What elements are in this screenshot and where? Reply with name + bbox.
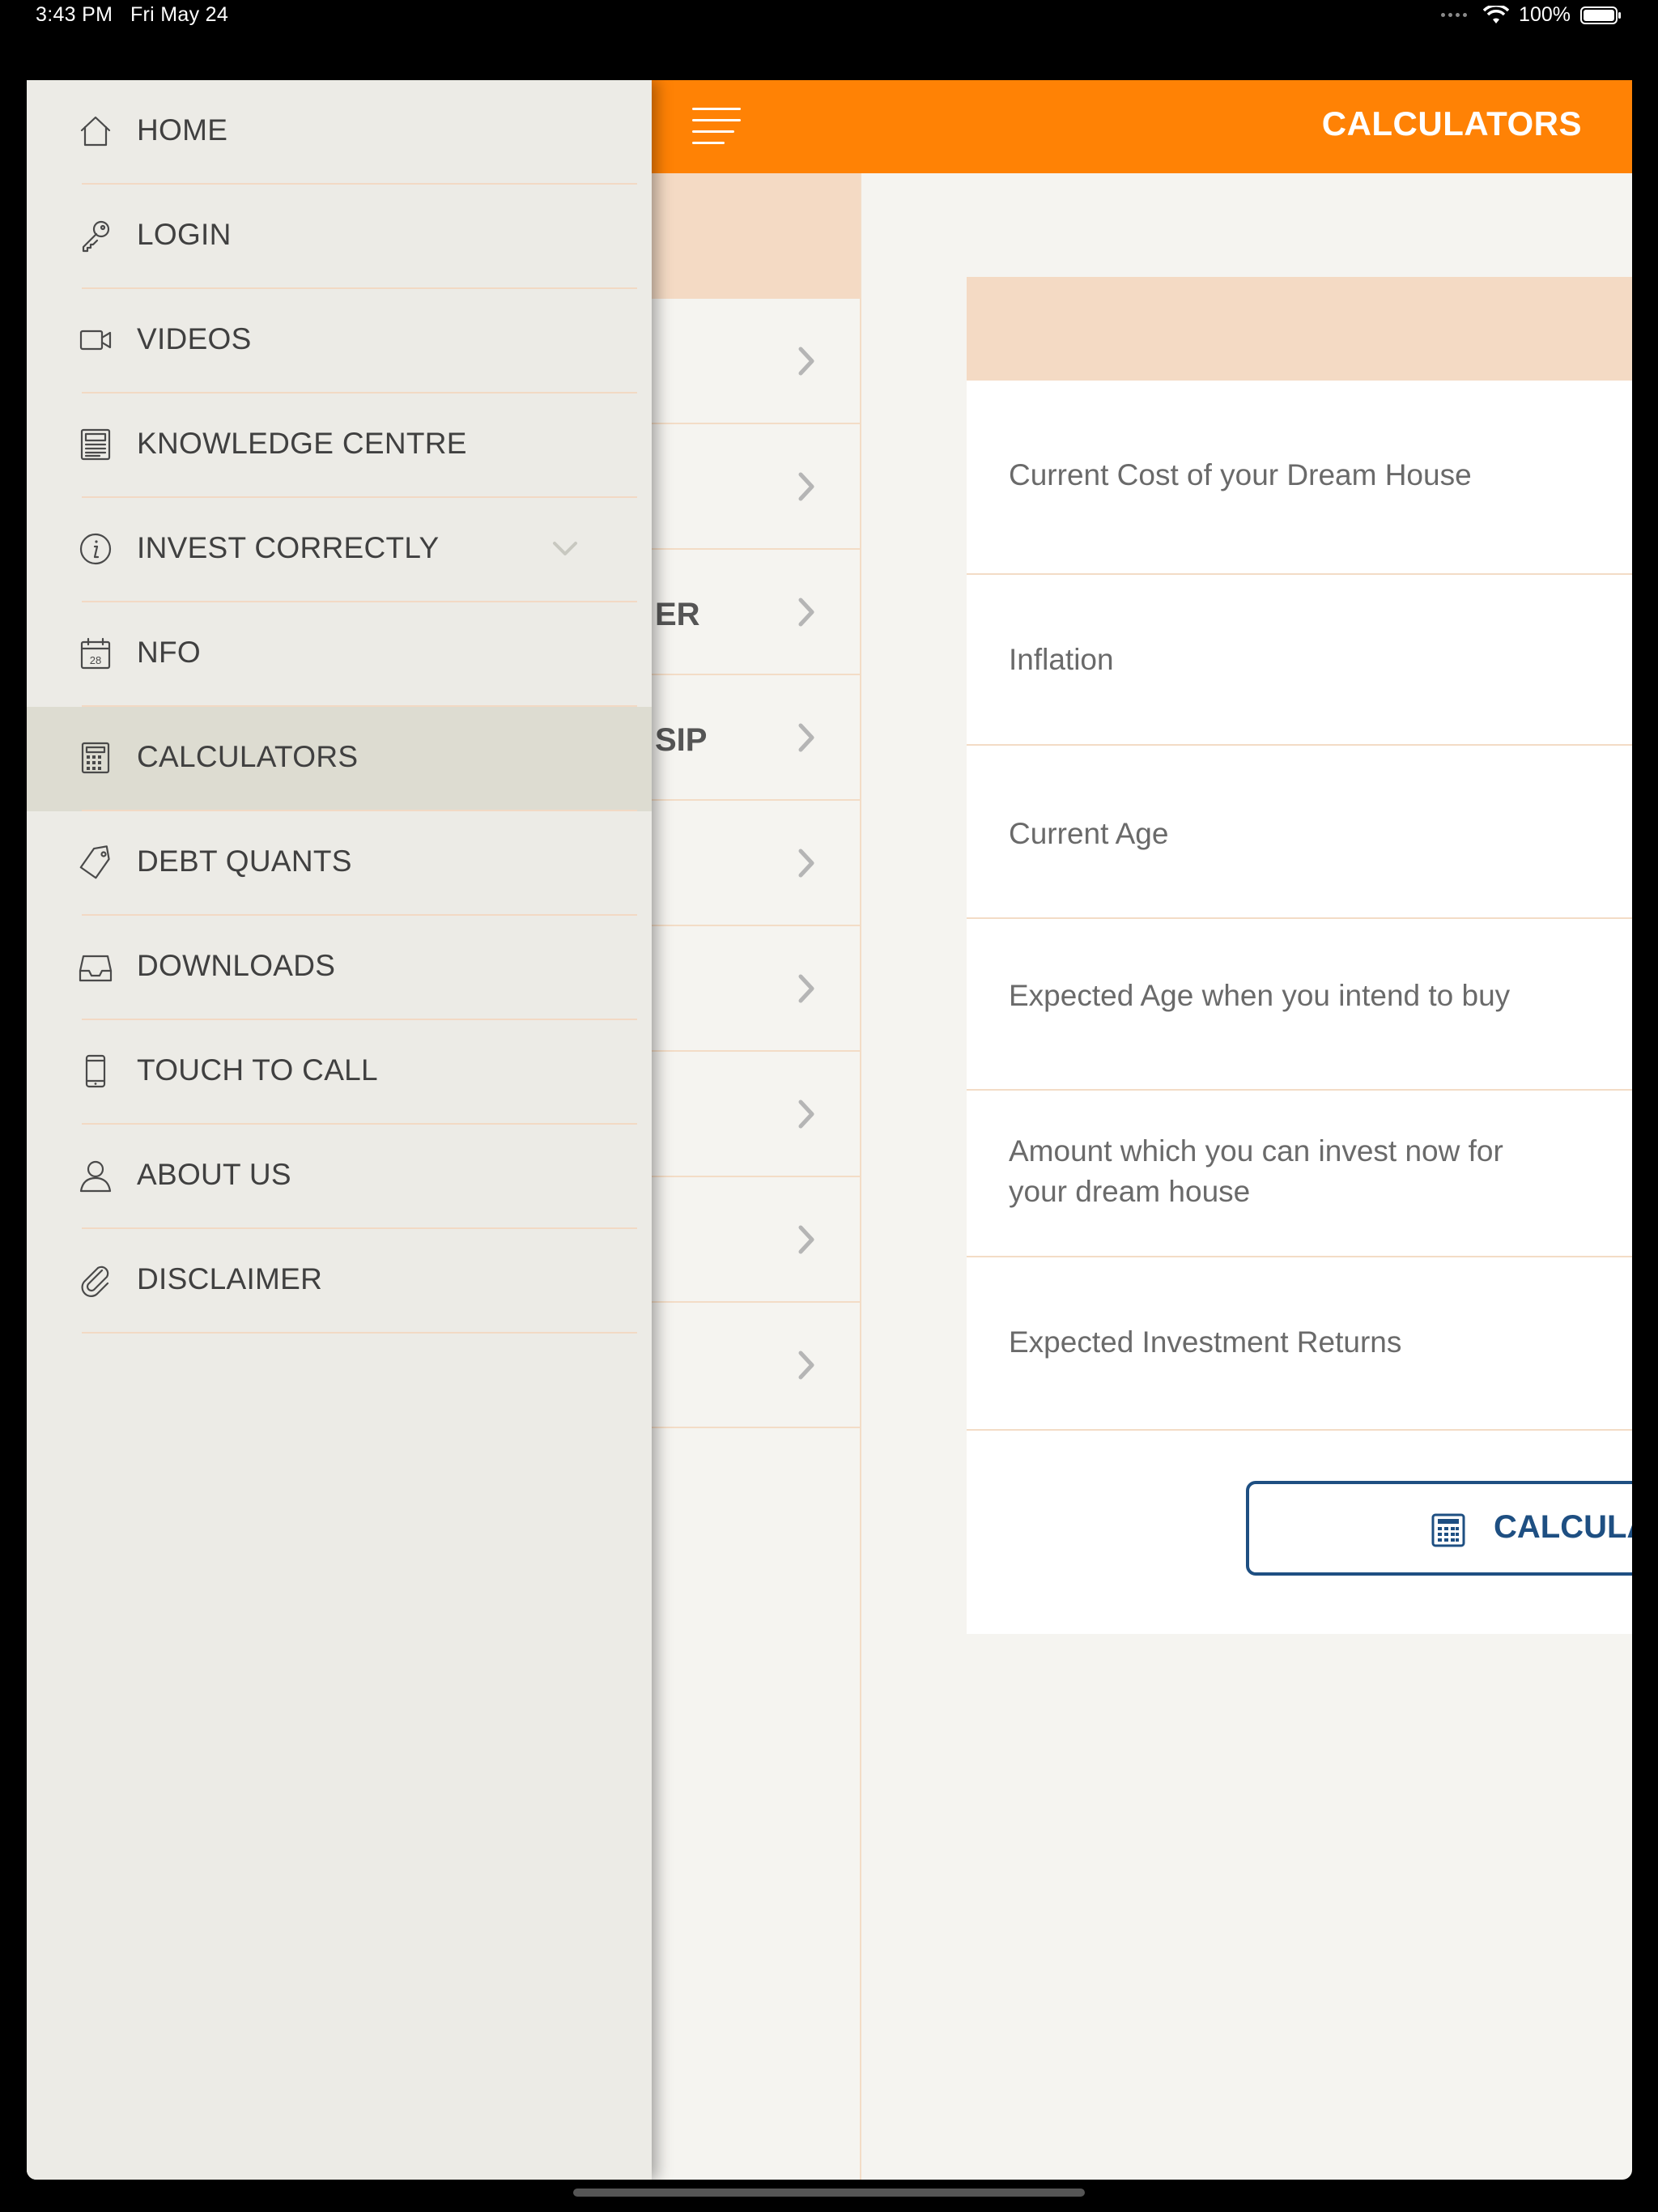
battery-percent: 100% xyxy=(1519,3,1571,26)
user-icon xyxy=(79,1160,112,1193)
field-label-inflation: Inflation xyxy=(1009,643,1114,676)
chevron-right-icon xyxy=(798,472,814,501)
chevron-right-icon xyxy=(798,1225,814,1254)
drawer-item-downloads[interactable]: DOWNLOADS xyxy=(27,916,652,1020)
field-label-current-age: Current Age xyxy=(1009,817,1169,850)
navigation-drawer: HOME LOGIN VIDEOS KNOWLEDGE CENTRE INVEST CO… xyxy=(27,80,652,2180)
form-row-current-cost[interactable]: Current Cost of your Dream House xyxy=(967,381,1632,575)
calculator-list-item-label: ER xyxy=(655,597,700,632)
key-icon xyxy=(82,220,110,253)
field-label-invest-amount: Amount which you can invest now for your… xyxy=(1009,1134,1503,1208)
app-screen: CALCULATORS ER SIP Current Cost of your D… xyxy=(27,80,1632,2180)
drawer-item-login[interactable]: LOGIN xyxy=(27,185,652,289)
drawer-divider xyxy=(82,1332,637,1334)
calculator-icon xyxy=(81,742,110,774)
drawer-item-nfo[interactable]: 28 NFO xyxy=(27,602,652,707)
drawer-item-label: DOWNLOADS xyxy=(137,949,336,982)
drawer-item-label: KNOWLEDGE CENTRE xyxy=(137,427,467,460)
form-row-expected-age[interactable]: Expected Age when you intend to buy xyxy=(967,919,1632,1091)
calendar-icon: 28 xyxy=(80,637,111,670)
chevron-right-icon xyxy=(798,1351,814,1380)
drawer-item-label: HOME xyxy=(137,113,228,147)
home-icon xyxy=(80,116,111,147)
drawer-item-label: ABOUT US xyxy=(137,1158,291,1191)
chevron-right-icon xyxy=(798,347,814,376)
field-label-expected-returns: Expected Investment Returns xyxy=(1009,1325,1402,1359)
calendar-day-number: 28 xyxy=(90,654,101,666)
drawer-item-debt-quants[interactable]: DEBT QUANTS xyxy=(27,811,652,916)
mobile-phone-icon xyxy=(85,1054,106,1088)
form-row-invest-amount[interactable]: Amount which you can invest now for your… xyxy=(967,1091,1632,1257)
chevron-right-icon xyxy=(798,849,814,878)
tag-icon xyxy=(79,845,110,879)
newspaper-icon xyxy=(80,428,111,461)
info-icon xyxy=(79,533,112,565)
status-indicators: 100% xyxy=(1441,3,1622,27)
drawer-item-videos[interactable]: VIDEOS xyxy=(27,289,652,393)
status-bar: 3:43 PM Fri May 24 100% xyxy=(0,0,1658,79)
inbox-icon xyxy=(79,955,113,982)
calculator-icon xyxy=(1431,1513,1465,1547)
drawer-item-knowledge-centre[interactable]: KNOWLEDGE CENTRE xyxy=(27,393,652,498)
battery-icon xyxy=(1580,6,1622,25)
video-camera-icon xyxy=(79,330,112,351)
hamburger-menu-icon[interactable] xyxy=(692,104,741,147)
home-indicator[interactable] xyxy=(573,2189,1085,2197)
drawer-item-label: CALCULATORS xyxy=(137,740,359,773)
drawer-item-label: INVEST CORRECTLY xyxy=(137,531,440,564)
drawer-item-label: LOGIN xyxy=(137,218,232,251)
chevron-right-icon xyxy=(798,598,814,627)
chevron-right-icon xyxy=(798,974,814,1003)
drawer-item-touch-to-call[interactable]: TOUCH TO CALL xyxy=(27,1020,652,1125)
field-label-expected-age: Expected Age when you intend to buy xyxy=(1009,979,1511,1012)
drawer-item-label: DEBT QUANTS xyxy=(137,844,352,878)
paperclip-icon xyxy=(81,1266,109,1297)
form-header xyxy=(967,277,1632,381)
chevron-down-icon[interactable] xyxy=(551,538,579,559)
calculator-list-item-label: SIP xyxy=(655,722,708,758)
status-time: 3:43 PM Fri May 24 xyxy=(36,3,228,27)
drawer-item-label: TOUCH TO CALL xyxy=(137,1053,378,1087)
drawer-item-label: NFO xyxy=(137,636,202,669)
cellular-signal-icon xyxy=(1441,13,1468,17)
calculate-button-label: CALCULATE xyxy=(1494,1509,1632,1545)
status-date: Fri May 24 xyxy=(130,3,229,26)
page-title: CALCULATORS xyxy=(1321,104,1582,143)
drawer-item-home[interactable]: HOME xyxy=(27,80,652,185)
status-clock: 3:43 PM xyxy=(36,3,113,26)
drawer-item-invest-correctly[interactable]: INVEST CORRECTLY xyxy=(27,498,652,602)
drawer-item-label: VIDEOS xyxy=(137,322,252,355)
chevron-right-icon xyxy=(798,723,814,752)
chevron-right-icon xyxy=(798,1100,814,1129)
calculate-button[interactable]: CALCULATE xyxy=(1246,1481,1632,1576)
form-row-expected-returns[interactable]: Expected Investment Returns xyxy=(967,1257,1632,1431)
wifi-icon xyxy=(1483,5,1510,25)
dream-house-calculator-form: Current Cost of your Dream House Inflati… xyxy=(967,277,1632,1634)
drawer-item-disclaimer[interactable]: DISCLAIMER xyxy=(27,1229,652,1334)
field-label-current-cost: Current Cost of your Dream House xyxy=(1009,458,1472,491)
drawer-item-about-us[interactable]: ABOUT US xyxy=(27,1125,652,1229)
form-row-current-age[interactable]: Current Age xyxy=(967,746,1632,919)
form-row-inflation[interactable]: Inflation xyxy=(967,575,1632,746)
drawer-item-calculators[interactable]: CALCULATORS xyxy=(27,707,652,811)
drawer-item-label: DISCLAIMER xyxy=(137,1262,323,1295)
